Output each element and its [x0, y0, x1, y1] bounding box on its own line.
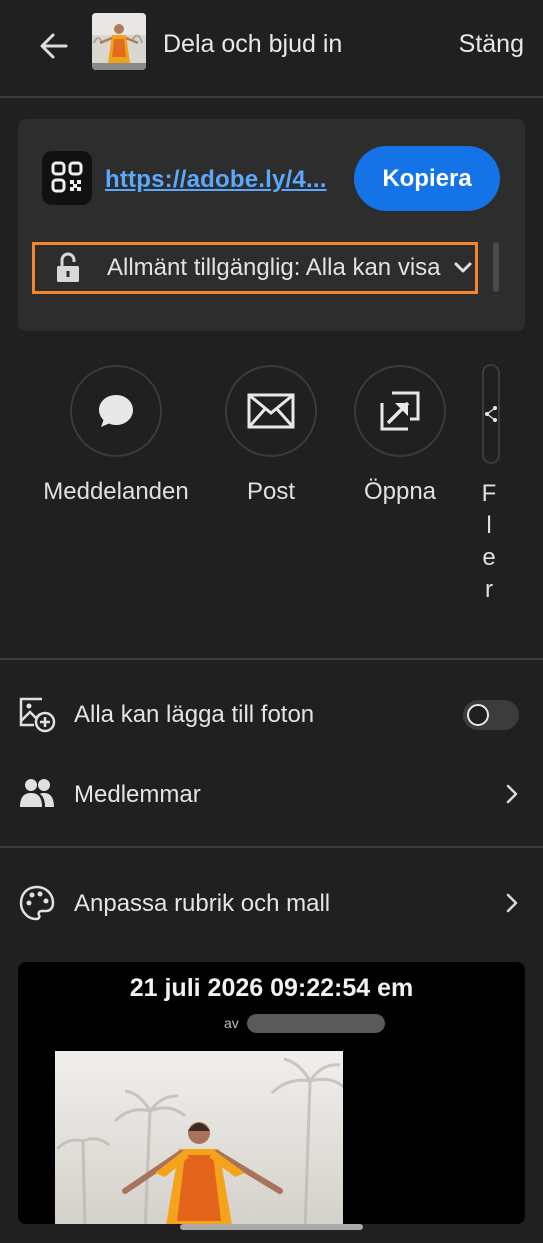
add-photo-icon: [19, 697, 56, 733]
mail-icon: [247, 393, 295, 429]
share-more-label: Fler: [481, 480, 497, 603]
palette-icon: [19, 885, 55, 921]
access-level-dropdown[interactable]: Allmänt tillgänglig: Alla kan visa: [32, 242, 478, 294]
qr-code-icon: [51, 161, 83, 193]
members-icon: [20, 779, 54, 807]
share-messages-label: Meddelanden: [43, 478, 189, 505]
members-row[interactable]: Medlemmar: [0, 763, 543, 827]
close-button[interactable]: Stäng: [459, 30, 524, 59]
access-level-label: Allmänt tillgänglig: Alla kan visa: [107, 254, 441, 281]
redacted-author-name: [247, 1014, 385, 1033]
share-messages-button[interactable]: [70, 365, 162, 457]
message-bubble-icon: [99, 395, 133, 427]
album-preview[interactable]: 21 juli 2026 09:22:54 em av: [18, 962, 525, 1224]
top-bar: Dela och bjud in Stäng: [0, 0, 543, 98]
share-link-card: https://adobe.ly/4... Kopiera Allmänt ti…: [18, 119, 525, 331]
share-divider: [0, 658, 543, 660]
unlocked-padlock-icon: [57, 252, 79, 282]
back-arrow-icon[interactable]: [34, 26, 74, 66]
allow-add-photos-toggle[interactable]: [463, 700, 519, 730]
album-thumbnail: [92, 13, 146, 70]
share-url-link[interactable]: https://adobe.ly/4...: [105, 166, 327, 194]
settings-divider: [0, 846, 543, 848]
copy-button[interactable]: Kopiera: [354, 146, 500, 211]
chevron-right-icon: [506, 784, 518, 804]
members-label: Medlemmar: [74, 781, 201, 808]
header-divider: [0, 96, 543, 98]
share-mail-button[interactable]: [225, 365, 317, 457]
share-open-button[interactable]: [354, 365, 446, 457]
page-title: Dela och bjud in: [163, 30, 343, 58]
chevron-right-icon: [506, 893, 518, 913]
preview-photo: [55, 1051, 343, 1224]
card-scrollbar[interactable]: [493, 242, 499, 292]
home-indicator[interactable]: [180, 1224, 363, 1230]
customize-title-label: Anpassa rubrik och mall: [74, 890, 331, 917]
open-external-icon: [380, 391, 420, 431]
allow-add-photos-label: Alla kan lägga till foton: [74, 701, 315, 728]
share-icon: [485, 406, 497, 422]
preview-date-title: 21 juli 2026 09:22:54 em: [129, 974, 414, 1002]
customize-title-row[interactable]: Anpassa rubrik och mall: [0, 872, 543, 936]
chevron-down-icon: [454, 262, 472, 273]
share-more-button[interactable]: [482, 364, 500, 464]
qr-code-button[interactable]: [42, 151, 92, 205]
toggle-knob: [467, 704, 489, 726]
share-open-label: Öppna: [363, 478, 437, 505]
preview-by-label: av: [224, 1015, 239, 1031]
share-mail-label: Post: [246, 478, 296, 505]
allow-add-photos-row: Alla kan lägga till foton: [0, 683, 543, 747]
